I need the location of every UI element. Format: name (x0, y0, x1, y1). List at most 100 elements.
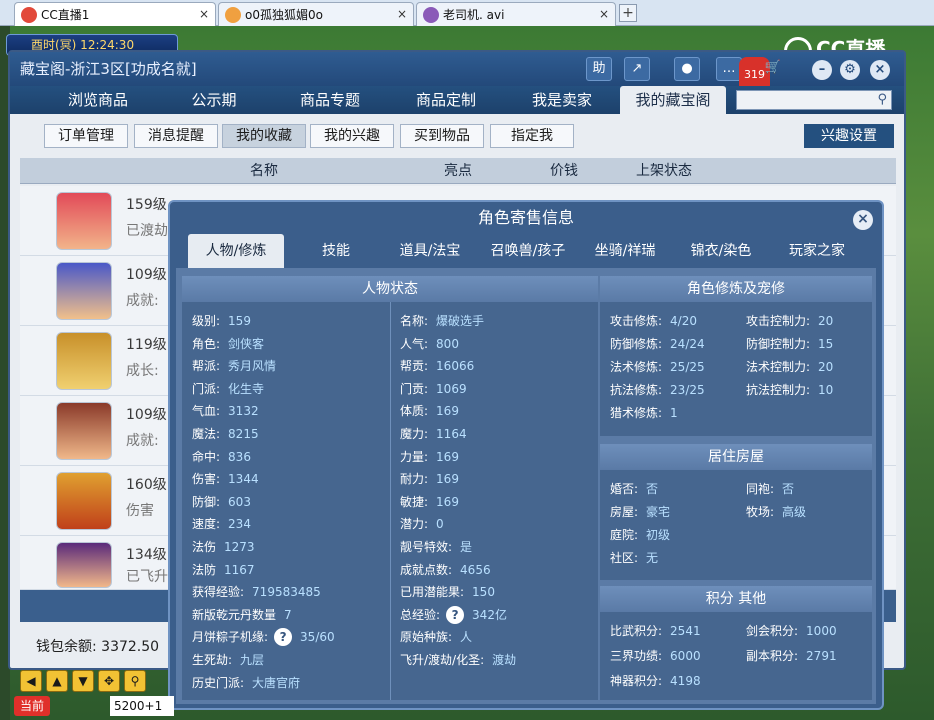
stat-row: 法术控制力: 20 (746, 358, 833, 375)
help-question-icon[interactable]: ? (274, 628, 293, 647)
stat-label: 成就点数: (400, 562, 453, 577)
close-tab-icon[interactable]: × (599, 7, 609, 21)
stat-label: 体质: (400, 404, 429, 419)
dialog-tabs: 人物/修炼 技能 道具/法宝 召唤兽/孩子 坐骑/祥瑞 锦衣/染色 玩家之家 (188, 234, 868, 268)
stat-value: 169 (436, 404, 459, 419)
stat-label: 总经验: (400, 607, 441, 622)
stat-value: 719583485 (252, 585, 321, 600)
stat-label: 社区: (610, 551, 639, 565)
stat-value: 159 (228, 314, 251, 328)
row-sub: 成就: (126, 433, 159, 449)
stat-value: 1 (670, 406, 678, 420)
stat-row: 总经验:? 342亿 (400, 605, 507, 624)
sub-messages[interactable]: 消息提醒 (134, 124, 218, 148)
stat-value: 20 (818, 314, 834, 328)
stat-label: 魔力: (400, 427, 429, 441)
browser-tab-strip: CC直播1 × o0孤独狐媚0o × 老司机. avi × + (0, 0, 934, 26)
help-button[interactable]: 助 (586, 57, 612, 81)
stat-row: 耐力: 169 (400, 470, 459, 487)
tab-pets[interactable]: 召唤兽/孩子 (480, 234, 576, 268)
nav-my-cbg[interactable]: 我的藏宝阁 (620, 86, 726, 114)
stat-row: 体质: 169 (400, 402, 459, 419)
nav-public[interactable]: 公示期 (166, 86, 262, 114)
stat-label: 剑会积分: (746, 624, 799, 638)
close-dialog-button[interactable]: × (853, 210, 873, 230)
nav-browse[interactable]: 浏览商品 (50, 86, 146, 114)
sub-favorites[interactable]: 我的收藏 (222, 124, 306, 148)
stat-value: 无 (646, 551, 659, 565)
zoom-icon[interactable]: ⚲ (124, 670, 146, 692)
status-panel: 人物状态 级别: 159 角色: 剑侠客 帮派: 秀月风情 门派: 化生寺 气血: 3132 魔法:… (182, 276, 598, 700)
close-tab-icon[interactable]: × (199, 7, 209, 21)
browser-tab-2[interactable]: o0孤独狐媚0o × (218, 2, 414, 26)
tab-outfits[interactable]: 锦衣/染色 (676, 234, 766, 268)
character-portrait (56, 332, 112, 390)
tab-skills[interactable]: 技能 (292, 234, 380, 268)
stat-label: 帮贡: (400, 359, 429, 374)
current-channel-button[interactable]: 当前 (14, 696, 50, 716)
stat-value: 0 (436, 517, 444, 532)
stat-row: 防御控制力: 15 (746, 335, 833, 352)
stat-label: 法伤 (192, 540, 217, 554)
tab-items[interactable]: 道具/法宝 (386, 234, 474, 268)
move-icon[interactable]: ✥ (98, 670, 120, 692)
stat-value: 1000 (806, 624, 837, 638)
stat-value: 15 (818, 337, 834, 351)
nav-seller[interactable]: 我是卖家 (514, 86, 610, 114)
stat-value: 169 (436, 449, 459, 464)
stat-label: 攻击控制力: (746, 314, 811, 328)
stat-label: 人气: (400, 336, 429, 351)
stat-row: 剑会积分: 1000 (746, 622, 837, 639)
stat-value: 化生寺 (228, 381, 265, 396)
stat-value: 234 (228, 517, 251, 532)
row-sub: 成就: (126, 293, 159, 309)
arrow-left-icon[interactable]: ◀ (20, 670, 42, 692)
search-icon[interactable]: ⚲ (877, 92, 887, 107)
search-input[interactable]: ⚲ (736, 90, 892, 110)
stat-label: 防御控制力: (746, 337, 811, 351)
stat-label: 门派: (192, 381, 221, 396)
stat-row: 角色: 剑侠客 (192, 335, 264, 352)
stat-row: 气血: 3132 (192, 402, 259, 419)
stat-row: 副本积分: 2791 (746, 647, 837, 664)
nav-custom[interactable]: 商品定制 (398, 86, 494, 114)
new-tab-button[interactable]: + (619, 4, 637, 22)
stat-row: 抗法修炼: 23/25 (610, 381, 705, 398)
sub-orders[interactable]: 订单管理 (44, 124, 128, 148)
stat-label: 角色: (192, 336, 221, 351)
record-icon[interactable]: ● (674, 57, 700, 81)
cart-icon[interactable]: 🛒 (760, 57, 786, 81)
stat-label: 副本积分: (746, 649, 799, 663)
nav-topics[interactable]: 商品专题 (282, 86, 378, 114)
close-tab-icon[interactable]: × (397, 7, 407, 21)
stat-row: 月饼粽子机缘:? 35/60 (192, 628, 335, 647)
stat-label: 敏捷: (400, 494, 429, 509)
sub-interests[interactable]: 我的兴趣 (310, 124, 394, 148)
arrow-up-icon[interactable]: ▲ (46, 670, 68, 692)
stat-row: 抗法控制力: 10 (746, 381, 833, 398)
interest-settings-button[interactable]: 兴趣设置 (804, 124, 894, 148)
stat-row: 原始种族: 人 (400, 628, 472, 645)
stat-label: 牧场: (746, 505, 775, 519)
stat-value: 是 (460, 540, 473, 554)
sub-purchased[interactable]: 买到物品 (400, 124, 484, 148)
stat-label: 抗法控制力: (746, 383, 811, 397)
tab-mounts[interactable]: 坐骑/祥瑞 (580, 234, 670, 268)
points-header: 积分 其他 (600, 586, 872, 612)
settings-icon[interactable]: ⚙ (840, 60, 860, 80)
chat-input[interactable]: 5200+1 (110, 696, 174, 716)
sub-assigned[interactable]: 指定我 (490, 124, 574, 148)
stat-row: 帮贡: 16066 (400, 357, 474, 374)
stat-value: 2791 (806, 649, 837, 663)
arrow-down-icon[interactable]: ▼ (72, 670, 94, 692)
browser-tab-3[interactable]: 老司机. avi × (416, 2, 616, 26)
minimize-button[interactable]: – (812, 60, 832, 80)
close-window-button[interactable]: × (870, 60, 890, 80)
stat-value: 6000 (670, 649, 701, 663)
browser-tab-1[interactable]: CC直播1 × (14, 2, 216, 26)
tab-character[interactable]: 人物/修炼 (188, 234, 284, 268)
share-icon[interactable]: ↗ (624, 57, 650, 81)
cc-favicon-icon (21, 6, 37, 23)
tab-home[interactable]: 玩家之家 (772, 234, 862, 268)
help-question-icon[interactable]: ? (446, 605, 465, 624)
